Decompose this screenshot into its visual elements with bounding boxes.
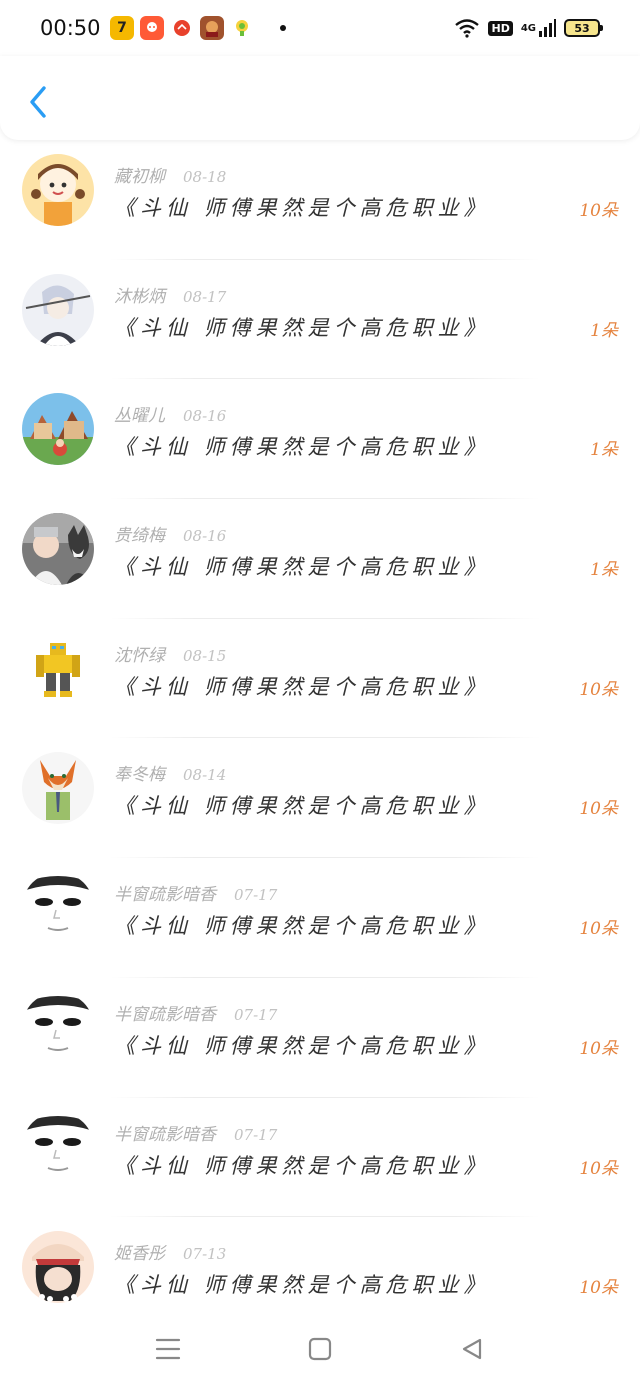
record-date: 08-15	[183, 646, 227, 665]
record-message: 《斗仙 师傅果然是个高危职业》	[114, 435, 490, 460]
avatar	[22, 872, 94, 945]
system-back-button[interactable]	[454, 1334, 490, 1364]
record-date: 07-13	[183, 1245, 227, 1264]
back-button[interactable]	[18, 78, 58, 126]
sender-name: 姬香彤	[114, 1244, 165, 1265]
gift-amount: 10朵	[579, 201, 618, 221]
notification-dot	[280, 25, 286, 31]
gift-amount: 10朵	[579, 1278, 618, 1299]
wifi-icon	[454, 18, 480, 38]
list-item[interactable]: 半窗疏影暗香 07-17 《斗仙 师傅果然是个高危职业》 10朵	[0, 978, 640, 1098]
header	[0, 56, 640, 140]
record-message: 《斗仙 师傅果然是个高危职业》	[114, 196, 490, 220]
signal-icon: 4G	[521, 19, 556, 37]
record-date: 08-16	[183, 407, 227, 426]
list-item[interactable]: 奉冬梅 08-14 《斗仙 师傅果然是个高危职业》 10朵	[0, 738, 640, 859]
record-message: 《斗仙 师傅果然是个高危职业》	[114, 1273, 490, 1298]
gift-amount: 10朵	[579, 799, 618, 820]
record-date: 08-16	[183, 527, 227, 546]
list-item[interactable]: 丛曜儿 08-16 《斗仙 师傅果然是个高危职业》 1朵	[0, 379, 640, 500]
avatar	[22, 991, 94, 1064]
gift-amount: 1朵	[590, 320, 618, 341]
home-square-icon	[308, 1337, 332, 1361]
sender-name: 半窗疏影暗香	[114, 1124, 216, 1145]
gift-amount: 10朵	[579, 1038, 618, 1059]
record-date: 07-17	[234, 1125, 278, 1144]
sender-name: 沐彬炳	[114, 286, 165, 307]
app-icon-orange	[170, 16, 194, 40]
avatar	[22, 273, 94, 346]
gift-amount: 10朵	[579, 919, 618, 940]
record-message: 《斗仙 师傅果然是个高危职业》	[114, 914, 490, 939]
record-message: 《斗仙 师傅果然是个高危职业》	[114, 1033, 490, 1058]
sender-name: 丛曜儿	[114, 406, 165, 427]
gift-amount: 1朵	[590, 560, 618, 581]
app-icon-ima	[140, 16, 164, 40]
gift-amount: 10朵	[579, 679, 618, 700]
record-message: 《斗仙 师傅果然是个高危职业》	[114, 674, 490, 699]
avatar	[22, 1231, 94, 1304]
notification-icons: 7	[110, 16, 254, 40]
sender-name: 藏初柳	[114, 167, 165, 187]
record-date: 07-17	[234, 886, 278, 905]
record-message: 《斗仙 师傅果然是个高危职业》	[114, 555, 490, 580]
list-item[interactable]: 半窗疏影暗香 07-17 《斗仙 师傅果然是个高危职业》 10朵	[0, 1098, 640, 1218]
home-button[interactable]	[302, 1334, 338, 1364]
gift-amount: 10朵	[579, 1158, 618, 1179]
sender-name: 半窗疏影暗香	[114, 885, 216, 906]
battery-level: 53	[574, 21, 590, 35]
avatar	[22, 393, 94, 466]
gift-record-list: 藏初柳 08-18 《斗仙 师傅果然是个高危职业》 10朵 沐彬炳 08-17 …	[0, 140, 640, 1337]
gift-amount: 1朵	[590, 440, 618, 461]
app-icon-7: 7	[110, 16, 134, 40]
record-message: 《斗仙 师傅果然是个高危职业》	[114, 315, 490, 340]
record-date: 07-17	[234, 1005, 278, 1024]
avatar	[22, 752, 94, 825]
hd-badge: HD	[488, 20, 513, 36]
avatar	[22, 154, 94, 226]
list-item[interactable]: 半窗疏影暗香 07-17 《斗仙 师傅果然是个高危职业》 10朵	[0, 858, 640, 978]
battery-icon: 53	[564, 19, 603, 37]
sender-name: 沈怀绿	[114, 645, 165, 666]
record-date: 08-17	[183, 287, 227, 306]
list-item[interactable]: 沐彬炳 08-17 《斗仙 师傅果然是个高危职业》 1朵	[0, 260, 640, 380]
record-message: 《斗仙 师傅果然是个高危职业》	[114, 1153, 490, 1178]
list-item[interactable]: 藏初柳 08-18 《斗仙 师傅果然是个高危职业》 10朵	[0, 140, 640, 260]
sender-name: 半窗疏影暗香	[114, 1004, 216, 1025]
avatar	[22, 1111, 94, 1184]
status-time: 00:50	[40, 16, 101, 40]
chevron-left-icon	[30, 86, 46, 118]
record-message: 《斗仙 师傅果然是个高危职业》	[114, 794, 490, 819]
menu-icon	[155, 1338, 181, 1360]
menu-button[interactable]	[150, 1334, 186, 1364]
network-type: 4G	[520, 22, 536, 34]
avatar	[22, 632, 94, 705]
list-item[interactable]: 沈怀绿 08-15 《斗仙 师傅果然是个高危职业》 10朵	[0, 619, 640, 739]
list-item[interactable]: 贵绮梅 08-16 《斗仙 师傅果然是个高危职业》 1朵	[0, 499, 640, 619]
record-date: 08-18	[183, 168, 227, 186]
sender-name: 奉冬梅	[114, 765, 165, 786]
app-icon-game	[200, 16, 224, 40]
avatar	[22, 513, 94, 586]
status-bar: 00:50 7 HD 4G 53	[0, 0, 640, 56]
system-nav-bar	[0, 1310, 640, 1387]
sender-name: 贵绮梅	[114, 526, 165, 547]
app-icon-green	[230, 16, 254, 40]
record-date: 08-14	[183, 766, 227, 785]
back-triangle-icon	[462, 1338, 482, 1360]
